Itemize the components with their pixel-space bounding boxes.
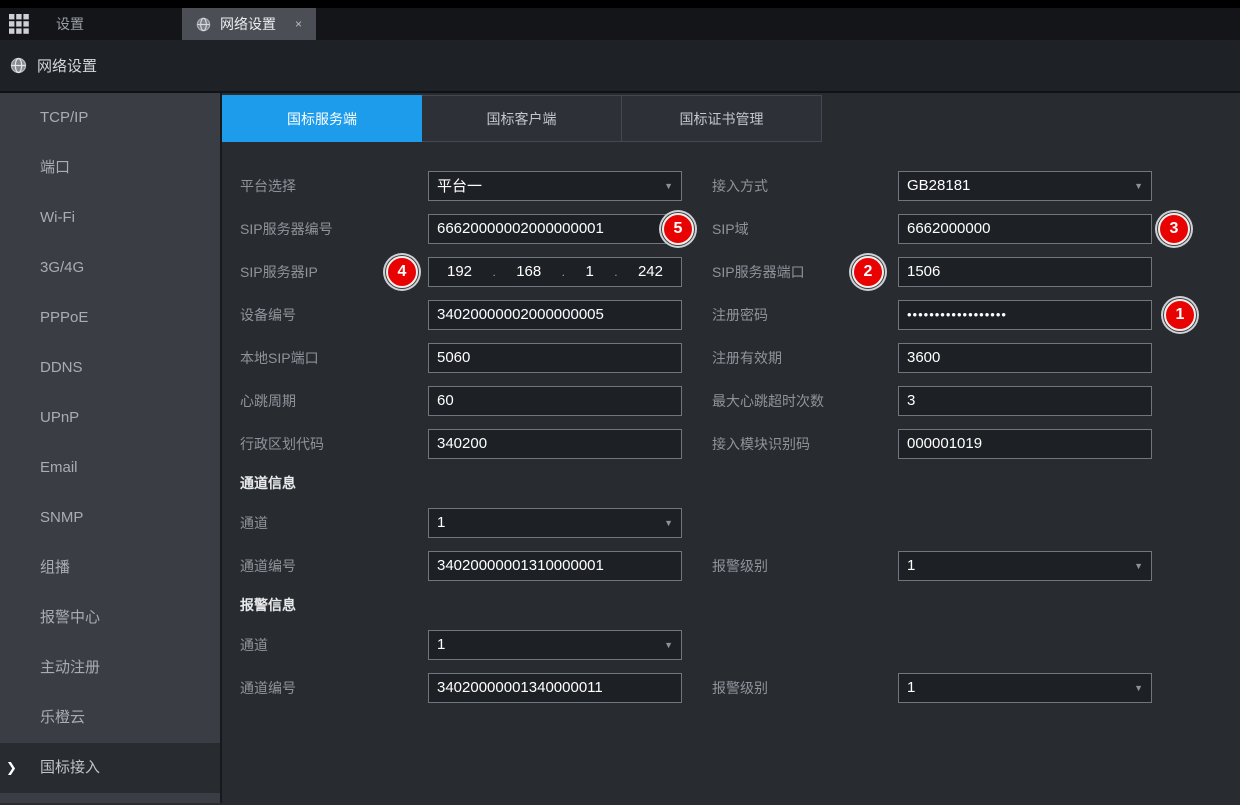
sidebar-item-ddns[interactable]: DDNS xyxy=(0,343,220,393)
chevron-down-icon: ▼ xyxy=(664,640,673,650)
alarm-info-alarm-level-label: 报警级别 xyxy=(712,678,898,698)
alarm-channel-label: 通道 xyxy=(240,635,428,655)
globe-icon xyxy=(196,17,211,32)
sidebar-item-label: 国标接入 xyxy=(40,759,100,776)
sidebar-item-alarm-center[interactable]: 报警中心 xyxy=(0,593,220,643)
platform-label: 平台选择 xyxy=(240,176,428,196)
alarm-channel-id-input[interactable] xyxy=(428,673,682,703)
sidebar-item-port[interactable]: 端口 xyxy=(0,143,220,193)
alarm-info-alarm-level-select[interactable]: 1 ▼ xyxy=(898,673,1152,703)
alarm-level-select[interactable]: 1 ▼ xyxy=(898,551,1152,581)
alarm-level-label: 报警级别 xyxy=(712,556,898,576)
sip-domain-label: SIP域 xyxy=(712,219,898,239)
tab-settings-label: 设置 xyxy=(56,14,84,34)
network-settings-icon xyxy=(10,57,27,74)
alarm-channel-select[interactable]: 1 ▼ xyxy=(428,630,682,660)
sip-server-id-input[interactable] xyxy=(428,214,682,244)
sidebar-item-gb28181-access[interactable]: ❯ 国标接入 xyxy=(0,743,220,793)
annotation-badge-5: 5 xyxy=(662,213,694,245)
annotation-badge-3: 3 xyxy=(1158,213,1190,245)
network-settings-window: 设置 网络设置 × 网络设置 TCP/IP 端口 Wi-Fi 3G/4G PPP… xyxy=(0,0,1240,805)
sidebar-item-lechange[interactable]: 乐橙云 xyxy=(0,693,220,743)
register-password-label: 注册密码 xyxy=(712,305,898,325)
chevron-down-icon: ▼ xyxy=(664,181,673,191)
register-password-input[interactable] xyxy=(898,300,1152,330)
tab-gb-client[interactable]: 国标客户端 xyxy=(422,95,622,142)
tab-network-settings[interactable]: 网络设置 × xyxy=(182,8,316,40)
tab-gb-cert-management[interactable]: 国标证书管理 xyxy=(622,95,822,142)
channel-label: 通道 xyxy=(240,513,428,533)
alarm-channel-id-label: 通道编号 xyxy=(240,678,428,698)
channel-select[interactable]: 1 ▼ xyxy=(428,508,682,538)
sip-server-ip-input[interactable]: 192. 168. 1. 242 xyxy=(428,257,682,287)
gb-tabs: 国标服务端 国标客户端 国标证书管理 xyxy=(222,95,1240,142)
sidebar-item-multicast[interactable]: 组播 xyxy=(0,543,220,593)
sip-server-id-label: SIP服务器编号 xyxy=(240,219,428,239)
page-header: 网络设置 xyxy=(0,40,1240,93)
content-panel: 国标服务端 国标客户端 国标证书管理 平台选择 平台一 ▼ 接入方式 GB281… xyxy=(222,93,1240,803)
heartbeat-period-input[interactable] xyxy=(428,386,682,416)
device-id-label: 设备编号 xyxy=(240,305,428,325)
annotation-badge-2: 2 xyxy=(852,256,884,288)
chevron-down-icon: ▼ xyxy=(664,518,673,528)
local-sip-port-label: 本地SIP端口 xyxy=(240,348,428,368)
sidebar-item-wifi[interactable]: Wi-Fi xyxy=(0,193,220,243)
max-heartbeat-timeout-label: 最大心跳超时次数 xyxy=(712,391,898,411)
local-sip-port-input[interactable] xyxy=(428,343,682,373)
sip-domain-input[interactable] xyxy=(898,214,1152,244)
admin-area-code-label: 行政区划代码 xyxy=(240,434,428,454)
channel-id-input[interactable] xyxy=(428,551,682,581)
window-top-strip xyxy=(0,0,1240,8)
tab-settings[interactable]: 设置 xyxy=(38,8,168,40)
sidebar-item-upnp[interactable]: UPnP xyxy=(0,393,220,443)
register-valid-period-label: 注册有效期 xyxy=(712,348,898,368)
sidebar-item-email[interactable]: Email xyxy=(0,443,220,493)
close-icon[interactable]: × xyxy=(295,17,302,31)
access-type-select[interactable]: GB28181 ▼ xyxy=(898,171,1152,201)
admin-area-code-input[interactable] xyxy=(428,429,682,459)
device-id-input[interactable] xyxy=(428,300,682,330)
access-module-id-input[interactable] xyxy=(898,429,1152,459)
alarm-info-section-title: 报警信息 xyxy=(240,595,296,615)
sidebar-item-auto-register[interactable]: 主动注册 xyxy=(0,643,220,693)
channel-id-label: 通道编号 xyxy=(240,556,428,576)
max-heartbeat-timeout-input[interactable] xyxy=(898,386,1152,416)
annotation-badge-4: 4 xyxy=(386,256,418,288)
annotation-badge-1: 1 xyxy=(1164,299,1196,331)
tab-network-settings-label: 网络设置 xyxy=(220,14,276,34)
access-type-label: 接入方式 xyxy=(712,176,898,196)
apps-grid-icon[interactable] xyxy=(0,8,38,40)
platform-select[interactable]: 平台一 ▼ xyxy=(428,171,682,201)
window-tab-bar: 设置 网络设置 × xyxy=(0,8,1240,40)
chevron-down-icon: ▼ xyxy=(1134,561,1143,571)
sidebar-item-snmp[interactable]: SNMP xyxy=(0,493,220,543)
tab-gb-server[interactable]: 国标服务端 xyxy=(222,95,422,142)
channel-info-section-title: 通道信息 xyxy=(240,473,296,493)
sidebar-item-tcpip[interactable]: TCP/IP xyxy=(0,93,220,143)
chevron-down-icon: ▼ xyxy=(1134,181,1143,191)
sidebar: TCP/IP 端口 Wi-Fi 3G/4G PPPoE DDNS UPnP Em… xyxy=(0,93,222,803)
sidebar-item-3g4g[interactable]: 3G/4G xyxy=(0,243,220,293)
register-valid-period-input[interactable] xyxy=(898,343,1152,373)
access-module-id-label: 接入模块识别码 xyxy=(712,434,898,454)
sip-server-port-input[interactable] xyxy=(898,257,1152,287)
chevron-right-icon: ❯ xyxy=(6,743,17,793)
heartbeat-period-label: 心跳周期 xyxy=(240,391,428,411)
gb-server-form: 平台选择 平台一 ▼ 接入方式 GB28181 ▼ SIP服务器编号 xyxy=(222,164,1240,709)
sidebar-item-pppoe[interactable]: PPPoE xyxy=(0,293,220,343)
page-title: 网络设置 xyxy=(37,55,97,76)
chevron-down-icon: ▼ xyxy=(1134,683,1143,693)
